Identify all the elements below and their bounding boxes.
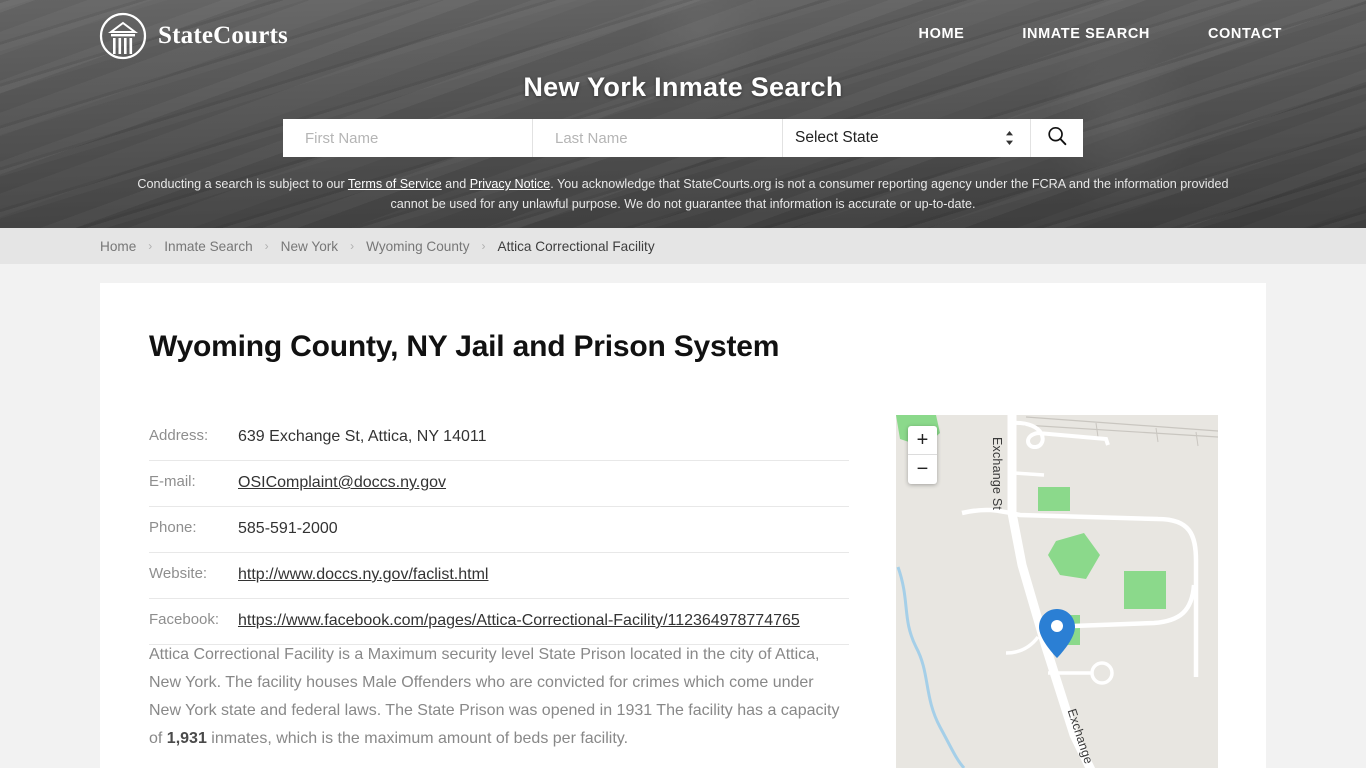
map-zoom-out-button[interactable]: −	[908, 455, 937, 484]
map-zoom-controls: + −	[908, 426, 937, 484]
page-title: Wyoming County, NY Jail and Prison Syste…	[149, 330, 780, 363]
facility-location-map[interactable]: Exchange St Exchange + −	[896, 415, 1218, 768]
info-value-phone: 585-591-2000	[238, 520, 338, 537]
map-canvas	[896, 415, 1218, 768]
info-label-address: Address:	[149, 427, 209, 444]
email-link[interactable]: OSIComplaint@doccs.ny.gov	[238, 474, 446, 491]
map-zoom-in-button[interactable]: +	[908, 426, 937, 455]
disclaimer-text-1: Conducting a search is subject to our	[137, 177, 348, 191]
info-label-email: E-mail:	[149, 473, 196, 490]
info-label-website: Website:	[149, 565, 208, 582]
privacy-notice-link[interactable]: Privacy Notice	[470, 177, 550, 191]
first-name-field[interactable]	[283, 119, 533, 157]
state-select[interactable]: Select State	[783, 119, 1031, 157]
map-street-label-exchange-st: Exchange St	[990, 437, 1004, 511]
search-disclaimer: Conducting a search is subject to our Te…	[133, 174, 1233, 214]
courthouse-circle-icon	[99, 12, 147, 60]
breadcrumb-separator: ›	[481, 239, 486, 253]
hero-banner: StateCourts HOME INMATE SEARCH CONTACT N…	[0, 0, 1366, 228]
description-part-2: inmates, which is the maximum amount of …	[206, 730, 629, 747]
facility-info-table: Address: 639 Exchange St, Attica, NY 140…	[149, 415, 849, 645]
info-value-email: OSIComplaint@doccs.ny.gov	[238, 471, 849, 495]
breadcrumb-separator: ›	[264, 239, 269, 253]
info-label-facebook: Facebook:	[149, 611, 220, 628]
breadcrumb-item-new-york[interactable]: New York	[281, 239, 338, 254]
nav-item-inmate-search[interactable]: INMATE SEARCH	[1022, 26, 1150, 42]
info-value-website: http://www.doccs.ny.gov/faclist.html	[238, 563, 849, 587]
info-value-facebook: https://www.facebook.com/pages/Attica-Co…	[238, 609, 849, 633]
search-input-first-name[interactable]	[303, 119, 532, 157]
breadcrumb-item-inmate-search[interactable]: Inmate Search	[164, 239, 252, 254]
breadcrumb-item-wyoming-county[interactable]: Wyoming County	[366, 239, 469, 254]
terms-of-service-link[interactable]: Terms of Service	[348, 177, 442, 191]
up-down-chevron-icon	[1005, 130, 1014, 146]
page-heading: New York Inmate Search	[523, 72, 843, 102]
disclaimer-text-2: and	[441, 177, 470, 191]
breadcrumb-item-current: Attica Correctional Facility	[497, 238, 655, 254]
info-value-address: 639 Exchange St, Attica, NY 14011	[238, 428, 487, 445]
site-logo[interactable]: StateCourts	[99, 12, 288, 60]
state-select-value: Select State	[795, 129, 879, 146]
main-navigation: HOME INMATE SEARCH CONTACT	[919, 26, 1282, 42]
magnifier-icon	[1046, 125, 1068, 152]
nav-item-home[interactable]: HOME	[919, 26, 965, 42]
table-row: Facebook: https://www.facebook.com/pages…	[149, 599, 849, 645]
description-capacity: 1,931	[166, 730, 207, 747]
table-row: E-mail: OSIComplaint@doccs.ny.gov	[149, 461, 849, 507]
table-row: Phone: 585-591-2000	[149, 507, 849, 553]
website-link[interactable]: http://www.doccs.ny.gov/faclist.html	[238, 566, 488, 583]
last-name-field[interactable]	[533, 119, 783, 157]
breadcrumb-separator: ›	[350, 239, 355, 253]
facebook-link[interactable]: https://www.facebook.com/pages/Attica-Co…	[238, 612, 800, 629]
breadcrumb-bar: Home › Inmate Search › New York › Wyomin…	[0, 228, 1366, 264]
info-label-phone: Phone:	[149, 519, 197, 536]
inmate-search-form: Select State	[283, 119, 1083, 157]
breadcrumb-item-home[interactable]: Home	[100, 239, 136, 254]
facility-description: Attica Correctional Facility is a Maximu…	[149, 641, 849, 753]
breadcrumb: Home › Inmate Search › New York › Wyomin…	[100, 228, 655, 264]
search-submit-button[interactable]	[1031, 119, 1083, 157]
brand-name: StateCourts	[158, 22, 288, 49]
content-card: Wyoming County, NY Jail and Prison Syste…	[100, 283, 1266, 768]
table-row: Address: 639 Exchange St, Attica, NY 140…	[149, 415, 849, 461]
nav-item-contact[interactable]: CONTACT	[1208, 26, 1282, 42]
search-input-last-name[interactable]	[553, 119, 782, 157]
table-row: Website: http://www.doccs.ny.gov/faclist…	[149, 553, 849, 599]
breadcrumb-separator: ›	[148, 239, 153, 253]
